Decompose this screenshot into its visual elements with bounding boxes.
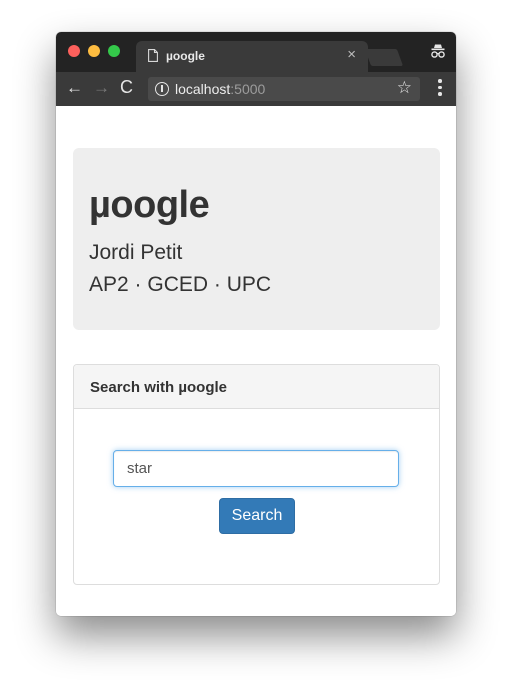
bookmark-star-icon[interactable]: ☆: [397, 78, 412, 98]
tab-active[interactable]: µoogle ×: [136, 41, 368, 72]
browser-window: µoogle × ← → C localhost:5000 ☆ µoogle J…: [56, 32, 456, 616]
course-info: AP2 · GCED · UPC: [89, 273, 272, 296]
page-title: µoogle: [89, 184, 210, 226]
forward-icon[interactable]: →: [93, 78, 110, 98]
search-panel: Search with µoogle Search: [73, 364, 440, 585]
tab-strip: µoogle ×: [56, 32, 456, 72]
page-content: µoogle Jordi Petit AP2 · GCED · UPC Sear…: [56, 106, 456, 616]
search-input[interactable]: [113, 450, 399, 487]
file-icon: [148, 49, 158, 62]
url-port: :5000: [230, 81, 266, 97]
menu-icon[interactable]: [438, 79, 442, 99]
maximize-window-button[interactable]: [108, 45, 120, 57]
panel-heading: Search with µoogle: [74, 365, 439, 409]
browser-toolbar: ← → C localhost:5000 ☆: [56, 72, 456, 106]
jumbotron: µoogle Jordi Petit AP2 · GCED · UPC: [73, 148, 440, 330]
incognito-icon: [431, 44, 445, 58]
back-icon[interactable]: ←: [66, 78, 83, 98]
reload-icon[interactable]: C: [120, 77, 133, 98]
url-host: localhost: [175, 81, 231, 97]
url-text: localhost:5000: [175, 81, 265, 97]
address-bar[interactable]: localhost:5000 ☆: [148, 77, 420, 101]
close-window-button[interactable]: [68, 45, 80, 57]
minimize-window-button[interactable]: [88, 45, 100, 57]
search-button[interactable]: Search: [219, 498, 295, 534]
tab-title: µoogle: [166, 49, 205, 63]
author-name: Jordi Petit: [89, 241, 183, 264]
new-tab-button[interactable]: [364, 49, 404, 66]
close-icon[interactable]: ×: [347, 46, 356, 63]
info-icon[interactable]: [155, 82, 169, 96]
